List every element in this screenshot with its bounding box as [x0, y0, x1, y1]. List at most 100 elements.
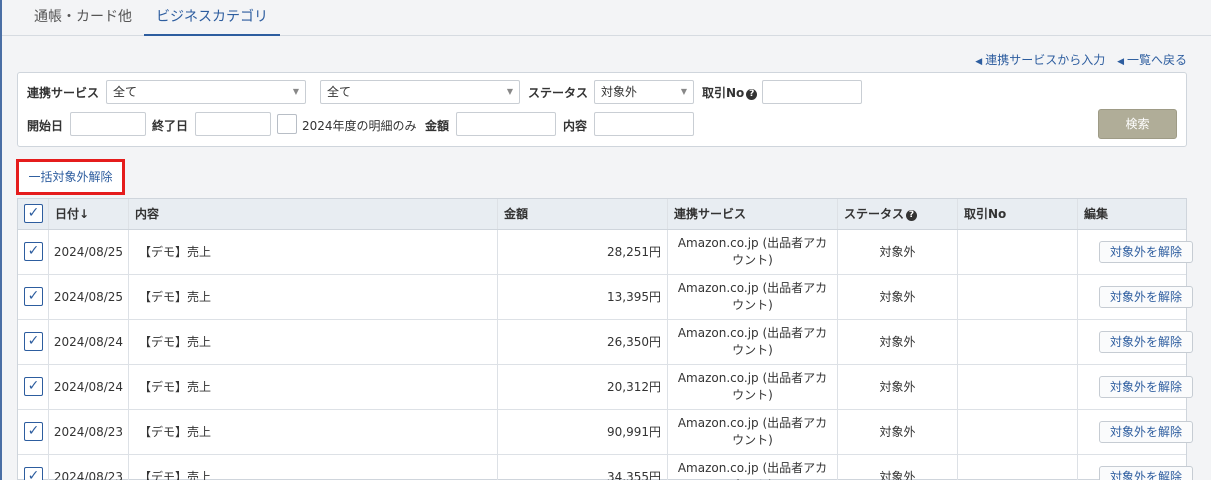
- header-status-label: ステータス: [844, 207, 905, 221]
- start-date-input[interactable]: [70, 112, 146, 136]
- select-all-checkbox[interactable]: ✓: [24, 204, 43, 223]
- bulk-unexclude-button[interactable]: 一括対象外解除: [16, 159, 125, 195]
- back-to-list-label: 一覧へ戻る: [1126, 53, 1187, 67]
- header-date-label: 日付: [55, 207, 80, 221]
- unexclude-button[interactable]: 対象外を解除: [1099, 376, 1193, 398]
- row-txn-no: [958, 455, 1078, 480]
- year-only-label: 2024年度の明細のみ: [302, 119, 417, 133]
- header-select-all-cell: ✓: [18, 199, 49, 229]
- tab-bar: 通帳・カード他 ビジネスカテゴリ: [2, 0, 1211, 36]
- row-amount: 13,395円: [498, 275, 668, 319]
- row-date: 2024/08/24: [49, 320, 129, 364]
- end-date-label: 終了日: [152, 119, 189, 133]
- header-amount: 金額: [498, 199, 668, 229]
- row-status: 対象外: [838, 275, 958, 319]
- status-select-value: 対象外: [601, 85, 638, 99]
- txn-no-input[interactable]: [762, 80, 862, 104]
- input-from-service-label: 連携サービスから入力: [985, 53, 1106, 67]
- row-date: 2024/08/25: [49, 275, 129, 319]
- unexclude-button[interactable]: 対象外を解除: [1099, 241, 1193, 263]
- unexclude-button[interactable]: 対象外を解除: [1099, 466, 1193, 480]
- help-icon[interactable]: ?: [906, 210, 918, 221]
- table-row: ✓ 2024/08/23 【デモ】売上 34,355円 Amazon.co.jp (出品…: [18, 455, 1193, 480]
- row-txn-no: [958, 410, 1078, 454]
- table-row: ✓ 2024/08/25 【デモ】売上 28,251円 Amazon.co.jp (出品…: [18, 230, 1193, 275]
- row-date: 2024/08/23: [49, 455, 129, 480]
- row-service: Amazon.co.jp (出品者アカウント): [668, 230, 838, 274]
- caret-left-icon: ◀: [1117, 57, 1124, 67]
- amount-input[interactable]: [456, 112, 556, 136]
- row-service: Amazon.co.jp (出品者アカウント): [668, 410, 838, 454]
- txn-no-label-text: 取引No: [702, 86, 745, 100]
- unexclude-button[interactable]: 対象外を解除: [1099, 331, 1193, 353]
- row-select-cell: ✓: [18, 365, 49, 409]
- unexclude-button[interactable]: 対象外を解除: [1099, 286, 1193, 308]
- row-amount: 34,355円: [498, 455, 668, 480]
- service-label: 連携サービス: [27, 86, 100, 100]
- row-status: 対象外: [838, 365, 958, 409]
- row-checkbox[interactable]: ✓: [24, 332, 43, 351]
- status-select[interactable]: 対象外 ▼: [594, 80, 694, 104]
- row-edit-cell: 対象外を解除: [1078, 230, 1193, 274]
- table-row: ✓ 2024/08/25 【デモ】売上 13,395円 Amazon.co.jp (出品…: [18, 275, 1193, 320]
- header-date[interactable]: 日付↓: [49, 199, 129, 229]
- row-status: 対象外: [838, 230, 958, 274]
- row-service: Amazon.co.jp (出品者アカウント): [668, 320, 838, 364]
- help-icon[interactable]: ?: [746, 89, 758, 100]
- row-select-cell: ✓: [18, 230, 49, 274]
- table-row: ✓ 2024/08/24 【デモ】売上 26,350円 Amazon.co.jp (出品…: [18, 320, 1193, 365]
- tab-accounts-cards[interactable]: 通帳・カード他: [22, 0, 144, 36]
- header-content: 内容: [129, 199, 498, 229]
- row-checkbox[interactable]: ✓: [24, 287, 43, 306]
- content-input[interactable]: [594, 112, 694, 136]
- row-content: 【デモ】売上: [129, 230, 498, 274]
- row-txn-no: [958, 365, 1078, 409]
- row-checkbox[interactable]: ✓: [24, 242, 43, 261]
- row-edit-cell: 対象外を解除: [1078, 275, 1193, 319]
- caret-left-icon: ◀: [975, 57, 983, 67]
- status-label: ステータス: [528, 86, 589, 100]
- category-select-value: 全て: [327, 85, 352, 99]
- table-row: ✓ 2024/08/24 【デモ】売上 20,312円 Amazon.co.jp (出品…: [18, 365, 1193, 410]
- header-txn-no: 取引No: [958, 199, 1078, 229]
- row-status: 対象外: [838, 410, 958, 454]
- sort-down-icon: ↓: [79, 207, 90, 221]
- unexclude-button[interactable]: 対象外を解除: [1099, 421, 1193, 443]
- left-edge-bar: [0, 0, 2, 480]
- table-header-row: ✓ 日付↓ 内容 金額 連携サービス ステータス? 取引No 編集: [18, 199, 1186, 230]
- input-from-service-link[interactable]: ◀ 連携サービスから入力: [975, 53, 1105, 67]
- row-service: Amazon.co.jp (出品者アカウント): [668, 275, 838, 319]
- row-service: Amazon.co.jp (出品者アカウント): [668, 455, 838, 480]
- row-content: 【デモ】売上: [129, 365, 498, 409]
- header-status: ステータス?: [838, 199, 958, 229]
- content-label: 内容: [563, 119, 588, 133]
- row-content: 【デモ】売上: [129, 275, 498, 319]
- row-select-cell: ✓: [18, 410, 49, 454]
- header-service: 連携サービス: [668, 199, 838, 229]
- row-checkbox[interactable]: ✓: [24, 377, 43, 396]
- tab-business-category[interactable]: ビジネスカテゴリ: [144, 0, 280, 36]
- header-edit: 編集: [1084, 207, 1109, 221]
- row-amount: 20,312円: [498, 365, 668, 409]
- start-date-label: 開始日: [27, 119, 64, 133]
- service-select[interactable]: 全て ▼: [106, 80, 306, 104]
- row-date: 2024/08/24: [49, 365, 129, 409]
- search-button[interactable]: 検索: [1098, 109, 1177, 139]
- year-only-checkbox[interactable]: [277, 114, 297, 134]
- table-row: ✓ 2024/08/23 【デモ】売上 90,991円 Amazon.co.jp (出品…: [18, 410, 1193, 455]
- service-select-value: 全て: [113, 85, 138, 99]
- dropdown-arrow-icon: ▼: [506, 87, 513, 96]
- row-select-cell: ✓: [18, 455, 49, 480]
- back-to-list-link[interactable]: ◀ 一覧へ戻る: [1117, 53, 1187, 67]
- row-edit-cell: 対象外を解除: [1078, 410, 1193, 454]
- row-checkbox[interactable]: ✓: [24, 467, 43, 480]
- row-date: 2024/08/23: [49, 410, 129, 454]
- end-date-input[interactable]: [195, 112, 271, 136]
- amount-label: 金額: [425, 119, 450, 133]
- row-status: 対象外: [838, 320, 958, 364]
- txn-no-label: 取引No?: [702, 84, 758, 101]
- row-select-cell: ✓: [18, 275, 49, 319]
- row-checkbox[interactable]: ✓: [24, 422, 43, 441]
- transactions-table: ✓ 日付↓ 内容 金額 連携サービス ステータス? 取引No 編集 ✓ 2024/…: [17, 198, 1193, 480]
- category-select[interactable]: 全て ▼: [320, 80, 520, 104]
